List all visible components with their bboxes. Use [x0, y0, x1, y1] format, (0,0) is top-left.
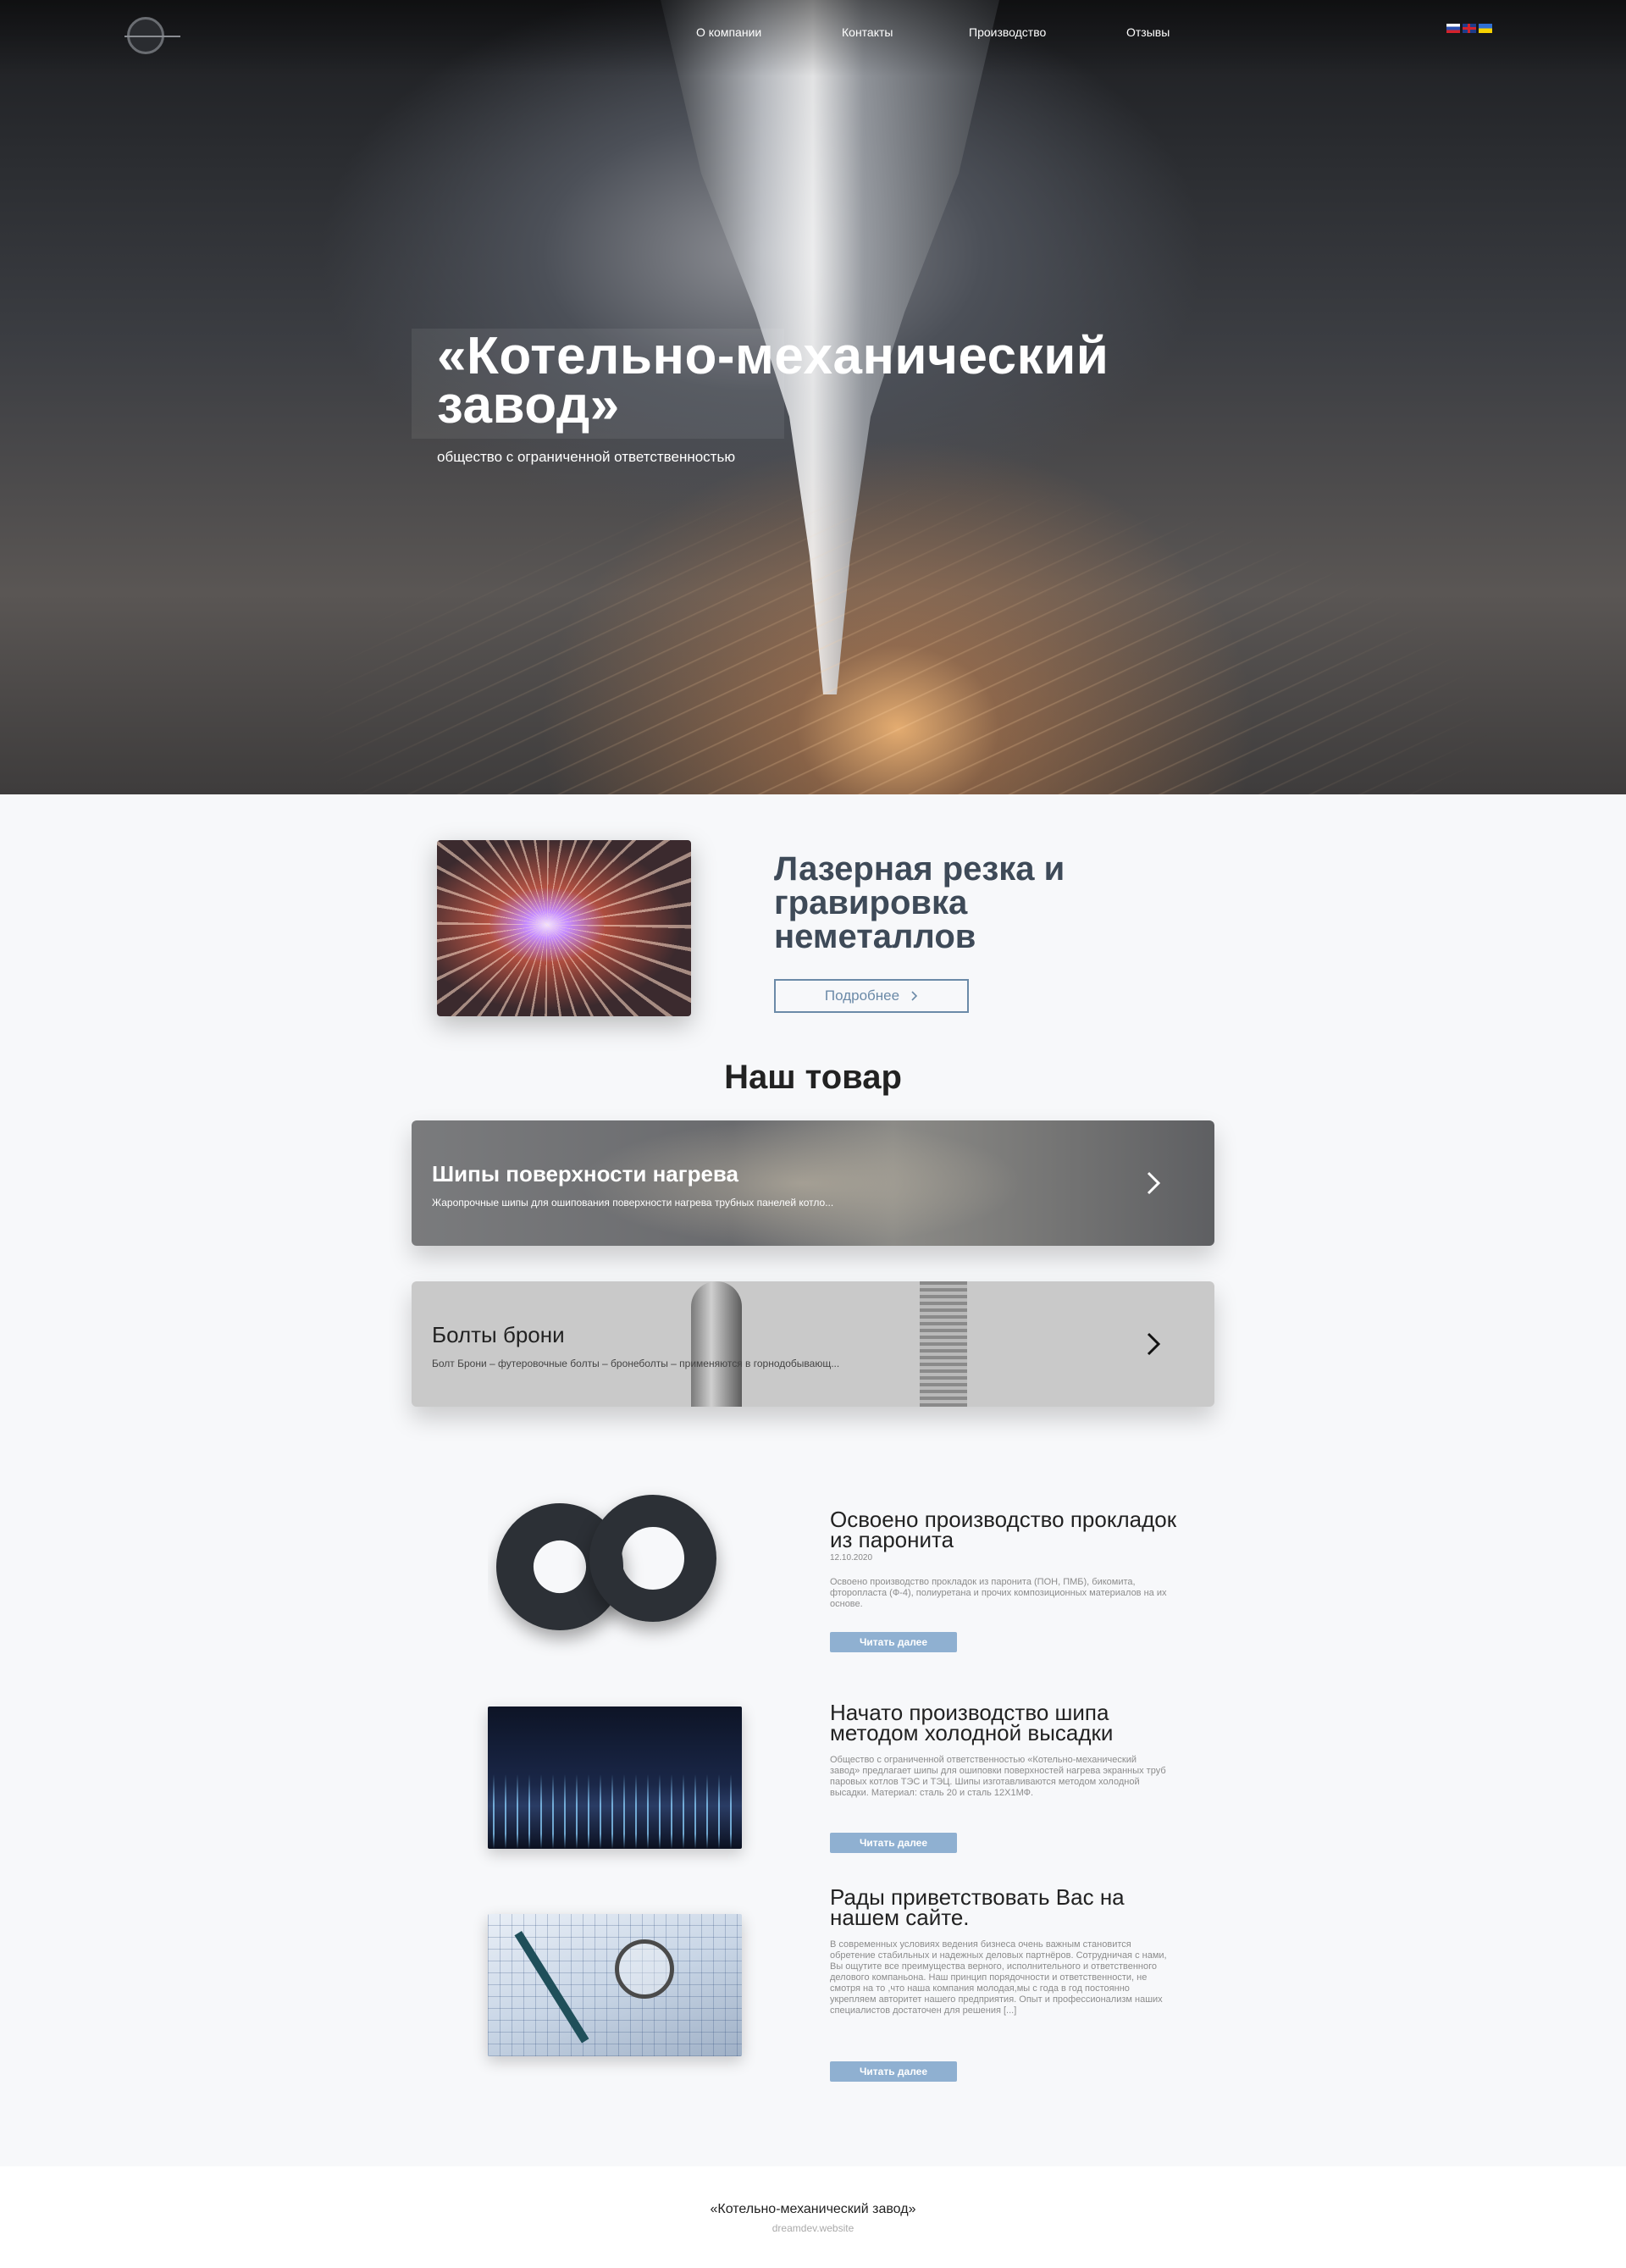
product-description: Болт Брони – футеровочные болты – бронеб… [432, 1358, 840, 1369]
more-button[interactable]: Подробнее [774, 979, 969, 1013]
hero-title: «Котельно-механический завод» [437, 327, 1109, 434]
industrial-plant-image [488, 1707, 742, 1849]
hero-subtitle: общество с ограниченной ответственностью [437, 449, 736, 465]
feature-title: Лазерная резка и гравировка неметаллов [774, 850, 1065, 955]
chevron-right-icon[interactable] [1145, 1170, 1162, 1197]
nav-item-reviews[interactable]: Отзывы [1126, 25, 1170, 39]
news-text: Освоено производство прокладок из парони… [830, 1577, 1167, 1609]
news-title[interactable]: Начато производство шипа методом холодно… [830, 1701, 1186, 1744]
news-title[interactable]: Освоено производство прокладок из парони… [830, 1508, 1186, 1551]
news-text: Общество с ограниченной ответственностью… [830, 1755, 1166, 1798]
hero-banner: О компании Контакты Производство Отзывы … [0, 0, 1626, 794]
nav-item-about[interactable]: О компании [696, 25, 761, 39]
more-button-label: Подробнее [824, 987, 900, 1004]
top-nav: О компании Контакты Производство Отзывы [0, 25, 1626, 42]
product-title: Болты брони [432, 1322, 565, 1347]
nav-item-contacts[interactable]: Контакты [842, 25, 893, 39]
product-title: Шипы поверхности нагрева [432, 1161, 739, 1187]
read-more-button[interactable]: Читать далее [830, 1833, 957, 1853]
blueprint-image [488, 1914, 742, 2056]
ru-flag-icon[interactable] [1446, 24, 1460, 33]
footer-credit[interactable]: dreamdev.website [0, 2222, 1626, 2234]
read-more-button[interactable]: Читать далее [830, 1632, 957, 1652]
chevron-right-icon [911, 991, 918, 1001]
en-flag-icon[interactable] [1463, 24, 1476, 33]
chevron-right-icon[interactable] [1145, 1330, 1162, 1358]
product-card-studs[interactable]: Шипы поверхности нагрева Жаропрочные шип… [412, 1120, 1214, 1246]
news-title[interactable]: Рады приветствовать Вас на нашем сайте. [830, 1886, 1186, 1928]
language-switcher [1446, 24, 1492, 33]
read-more-button[interactable]: Читать далее [830, 2061, 957, 2082]
product-description: Жаропрочные шипы для ошипования поверхно… [432, 1197, 834, 1209]
news-text: В современных условиях ведения бизнеса о… [830, 1939, 1167, 2016]
nav-item-production[interactable]: Производство [969, 25, 1046, 39]
ua-flag-icon[interactable] [1479, 24, 1492, 33]
news-date: 12.10.2020 [830, 1553, 873, 1563]
footer-company: «Котельно-механический завод» [710, 2202, 916, 2216]
laser-cutting-image [437, 840, 691, 1016]
product-card-bolts[interactable]: Болты брони Болт Брони – футеровочные бо… [412, 1281, 1214, 1407]
products-heading: Наш товар [724, 1059, 902, 1096]
footer: «Котельно-механический завод» dreamdev.w… [0, 2166, 1626, 2268]
gaskets-image [488, 1486, 742, 1656]
